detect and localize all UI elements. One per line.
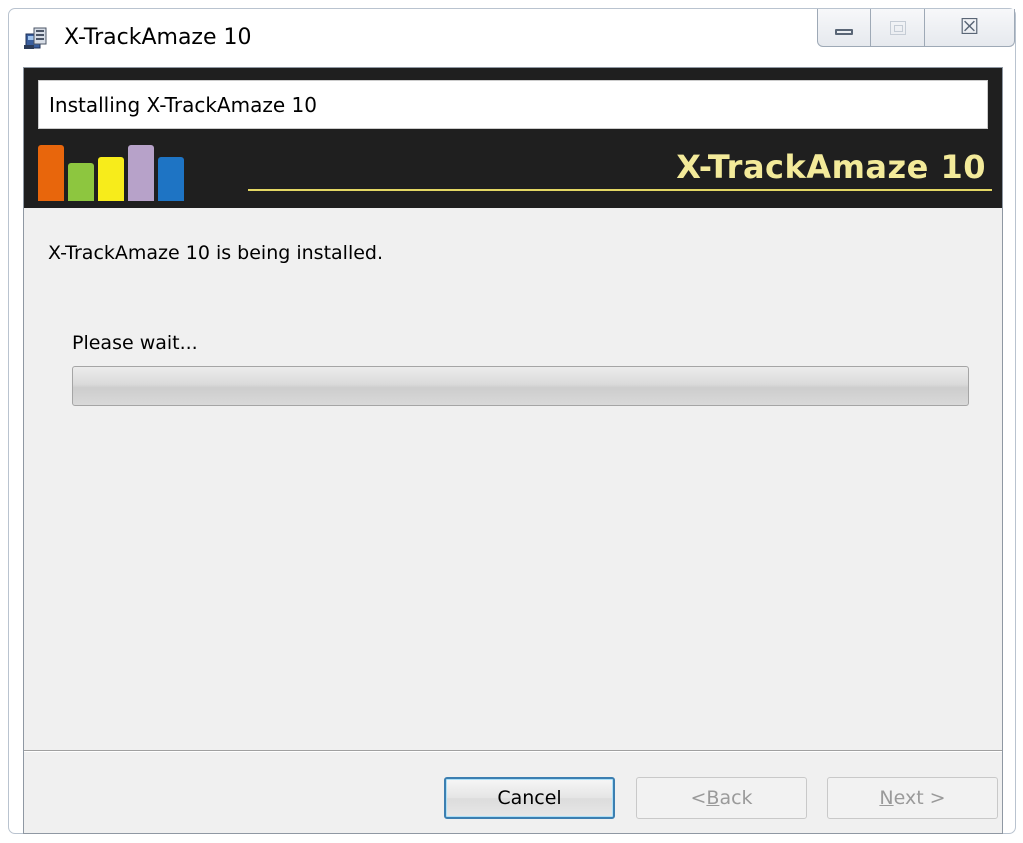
close-icon: ☒ bbox=[959, 15, 980, 40]
banner-heading: Installing X-TrackAmaze 10 bbox=[49, 93, 317, 117]
window-title: X-TrackAmaze 10 bbox=[64, 25, 252, 50]
window-controls: ☒ bbox=[817, 9, 1015, 49]
header-banner: Installing X-TrackAmaze 10 X-TrackAmaze … bbox=[24, 68, 1002, 208]
back-button[interactable]: < Back bbox=[636, 777, 807, 819]
installer-client-area: Installing X-TrackAmaze 10 X-TrackAmaze … bbox=[23, 67, 1003, 834]
brand-logo bbox=[38, 143, 188, 201]
footer-divider bbox=[24, 750, 1002, 752]
close-button[interactable]: ☒ bbox=[925, 9, 1015, 47]
install-status-text: X-TrackAmaze 10 is being installed. bbox=[48, 242, 384, 264]
installer-package-icon bbox=[23, 25, 49, 51]
cancel-button[interactable]: Cancel bbox=[444, 777, 615, 819]
logo-bar-yellow bbox=[98, 157, 124, 201]
next-button[interactable]: Next > bbox=[827, 777, 998, 819]
maximize-button[interactable] bbox=[871, 9, 925, 47]
logo-bar-blue bbox=[158, 157, 184, 201]
brand-name: X-TrackAmaze 10 bbox=[676, 148, 986, 186]
banner-heading-box: Installing X-TrackAmaze 10 bbox=[38, 80, 988, 129]
minimize-icon bbox=[835, 28, 853, 35]
logo-bar-lilac bbox=[128, 145, 154, 201]
brand-underline bbox=[248, 189, 992, 191]
install-progress-bar bbox=[72, 366, 969, 406]
please-wait-label: Please wait... bbox=[72, 332, 198, 354]
logo-bar-orange bbox=[38, 145, 64, 201]
logo-bar-green bbox=[68, 163, 94, 201]
maximize-icon bbox=[889, 20, 906, 35]
minimize-button[interactable] bbox=[817, 9, 871, 47]
title-bar[interactable]: X-TrackAmaze 10 ☒ bbox=[9, 9, 1015, 65]
installer-window: X-TrackAmaze 10 ☒ Installing X-TrackAmaz… bbox=[8, 8, 1016, 834]
